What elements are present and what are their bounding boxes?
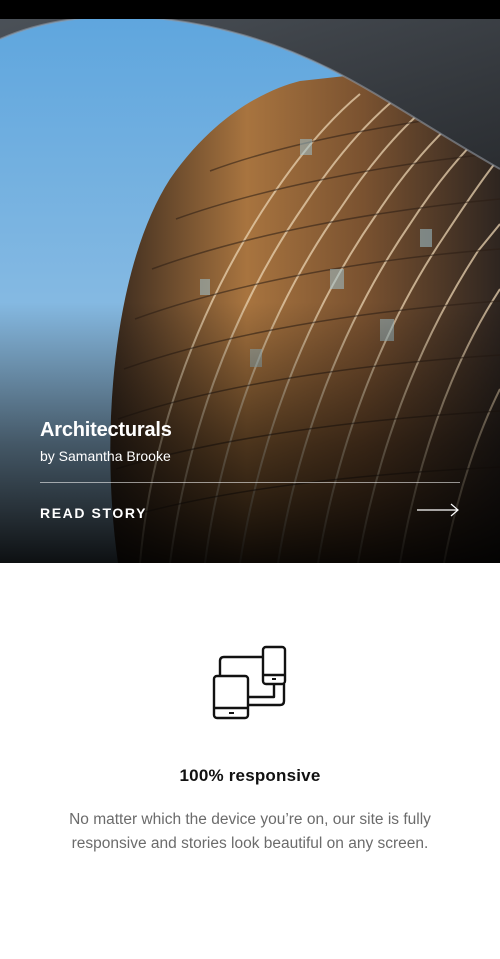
divider bbox=[40, 482, 460, 483]
devices-icon bbox=[212, 645, 287, 720]
arrow-right-icon bbox=[417, 503, 459, 517]
read-story-link[interactable]: READ STORY bbox=[40, 495, 460, 529]
top-bar bbox=[0, 0, 500, 26]
story-card[interactable]: Architecturals by Samantha Brooke READ S… bbox=[0, 19, 500, 563]
feature-description: No matter which the device you’re on, ou… bbox=[69, 811, 431, 852]
story-author: by Samantha Brooke bbox=[40, 448, 171, 464]
story-title[interactable]: Architecturals bbox=[40, 419, 172, 442]
read-story-label: READ STORY bbox=[40, 505, 148, 521]
feature-title: 100% responsive bbox=[179, 766, 321, 785]
